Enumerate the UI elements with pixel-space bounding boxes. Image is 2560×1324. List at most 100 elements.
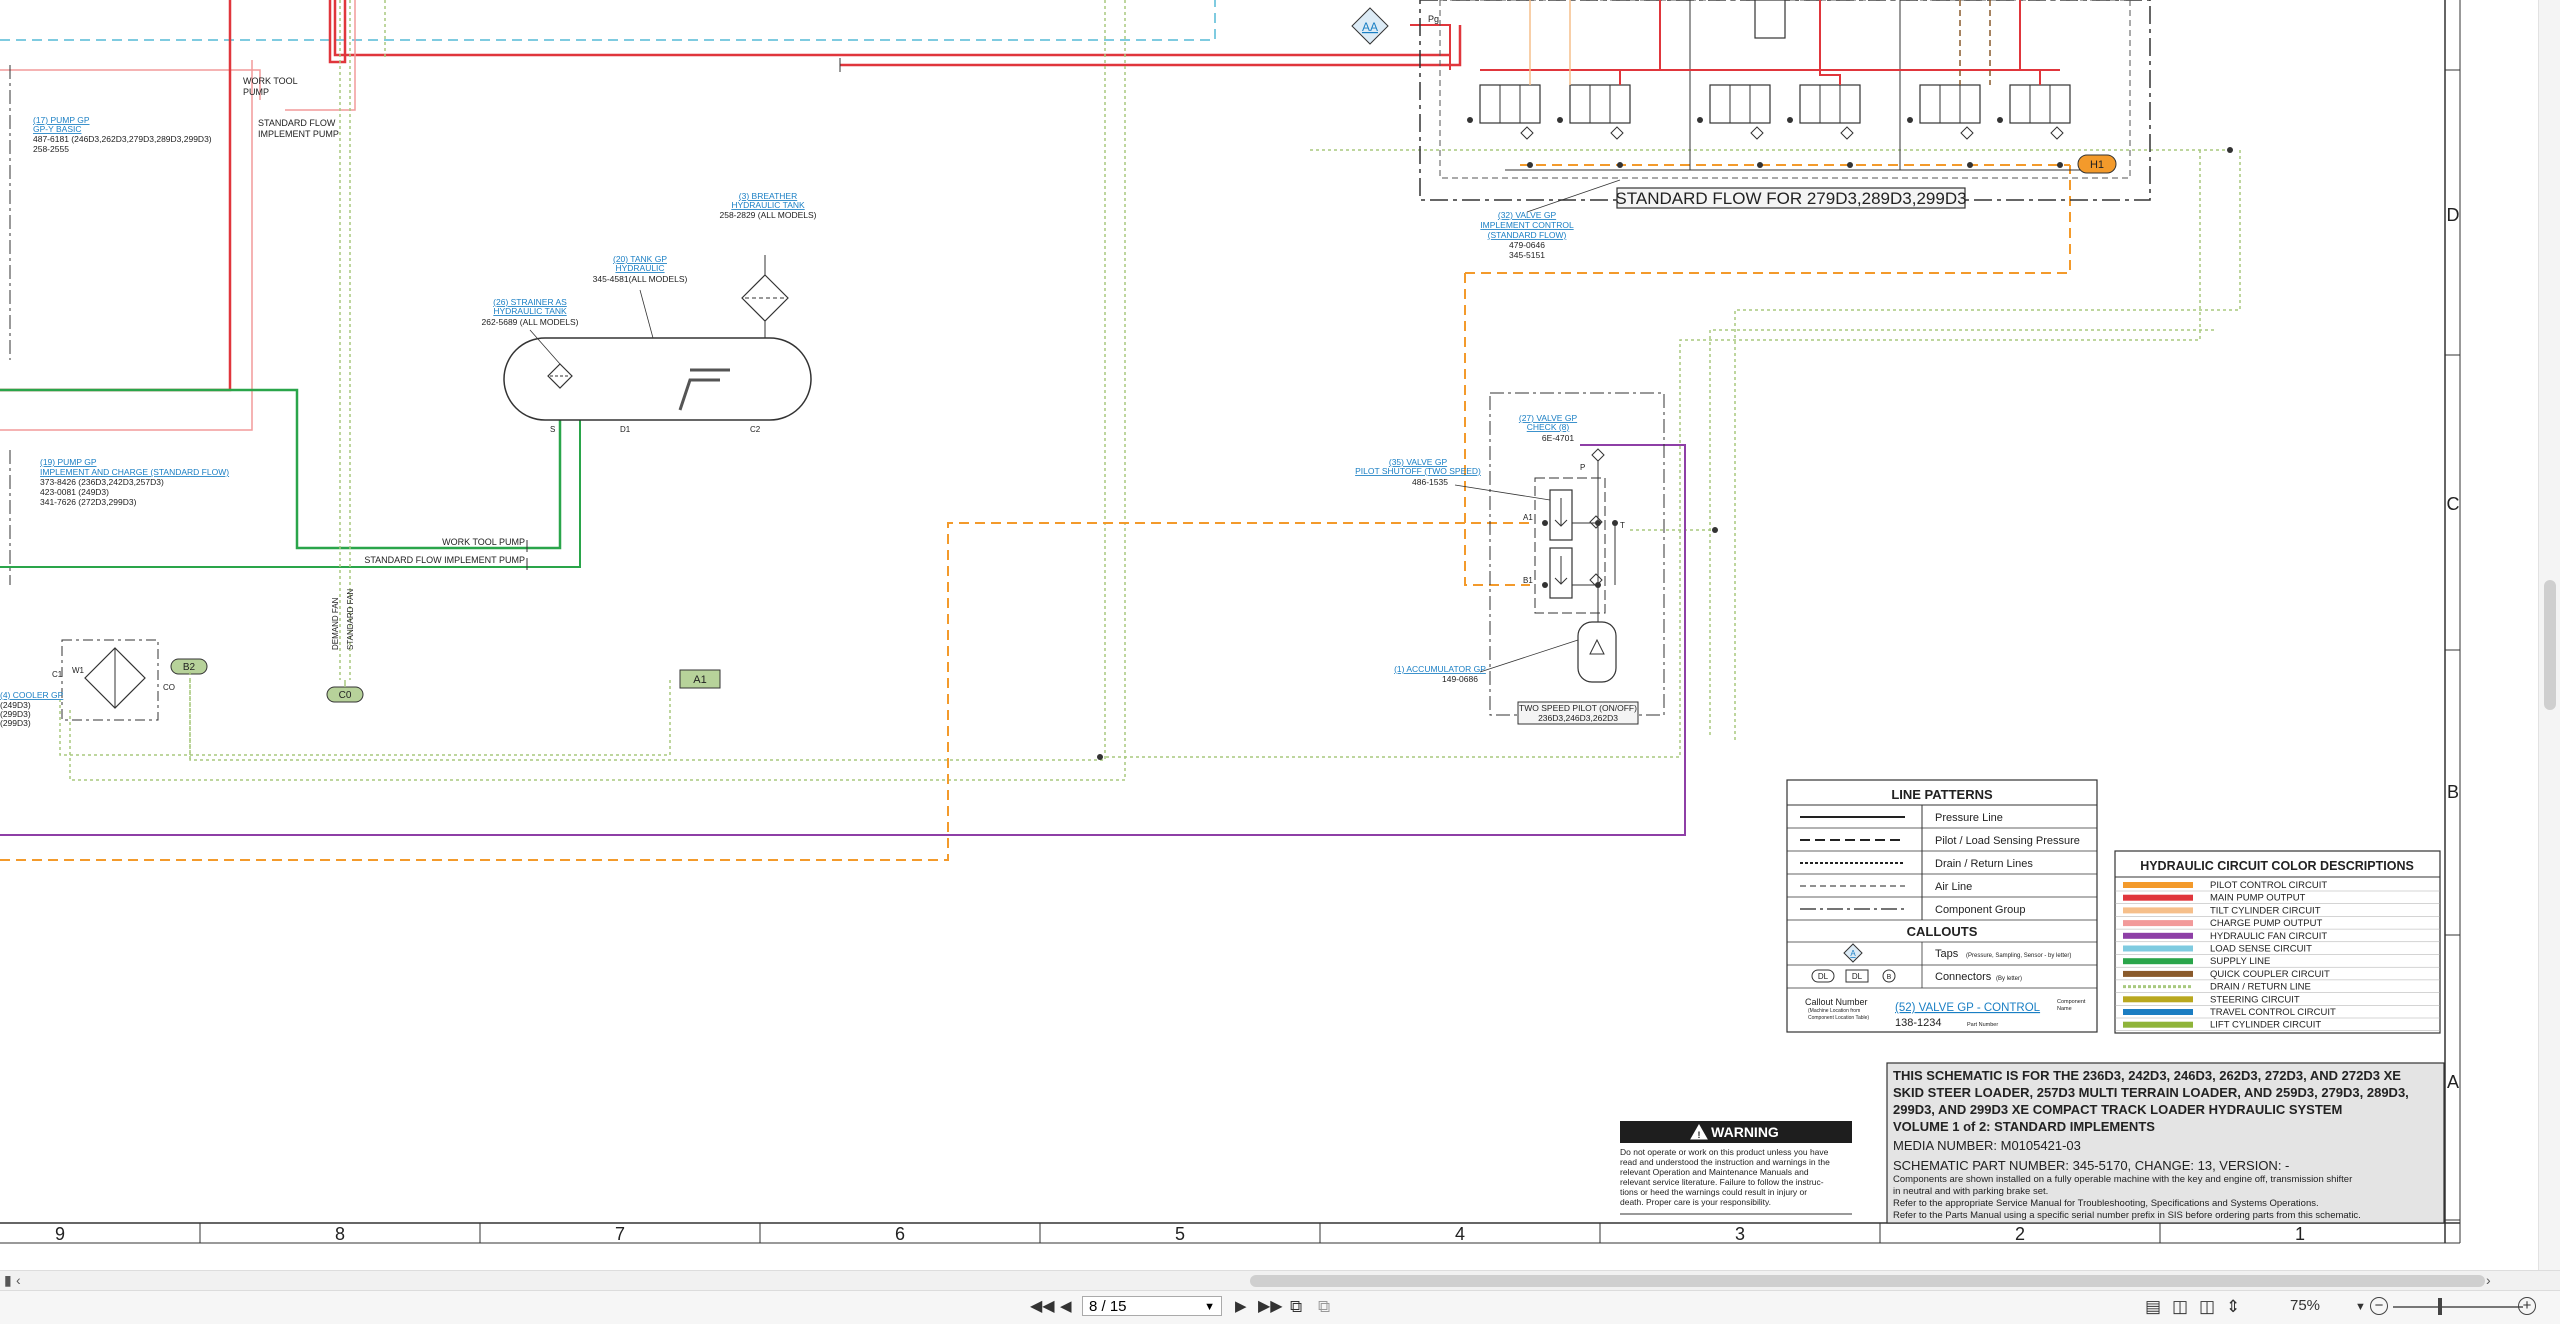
pump17-name: GP-Y BASIC [33,124,82,134]
scroll-right-arrow-icon[interactable]: › [2486,1272,2491,1288]
horizontal-scroll-thumb[interactable] [1250,1275,2485,1287]
note-text-line: in neutral and with parking brake set. [1893,1186,2048,1197]
component-name-label: Component [2057,999,2086,1005]
line-patterns-title: LINE PATTERNS [1891,787,1993,802]
main-pump-line-top [328,0,347,64]
last-page-icon[interactable]: ▶▶ [1258,1297,1283,1317]
fit-width-icon[interactable]: ⧉ [1318,1297,1330,1317]
valve32-parts: 479-0646 [1509,240,1545,250]
zoom-slider-knob[interactable] [2438,1298,2442,1315]
pump19-callout: (19) PUMP GP [40,457,97,467]
color-swatch [2123,932,2193,939]
page-dropdown-icon[interactable]: ▼ [1204,1297,1215,1317]
note-text-line: Components are shown installed on a full… [1893,1174,2352,1185]
tank-name: HYDRAULIC [615,263,664,273]
next-page-icon[interactable]: ▶ [1235,1297,1247,1317]
example-part-number: 138-1234 [1895,1017,1942,1029]
color-swatch [2123,907,2193,914]
drain-return-right-2 [1734,150,2241,740]
title-block: THIS SCHEMATIC IS FOR THE 236D3, 242D3, … [1886,1062,2445,1224]
hydraulic-schematic: 9 8 7 6 5 4 3 2 1 D C B A STANDARD FLOW … [0,0,2461,1244]
line-pattern-drain: Drain / Return Lines [1935,858,2033,870]
color-label: LOAD SENSE CIRCUIT [2210,944,2312,955]
taps-note: (Pressure, Sampling, Sensor - by letter) [1966,953,2071,959]
port-pg: Pg [1428,14,1439,24]
single-page-icon[interactable]: ▤ [2145,1297,2161,1317]
scroll-left-arrow-icon[interactable]: ‹ [16,1272,21,1288]
vertical-scroll-thumb[interactable] [2544,580,2556,710]
previous-page-icon[interactable]: ◀ [1060,1297,1072,1317]
connector-a1: A1 [679,669,721,689]
warning-icon-mark: ! [1698,1130,1701,1140]
breather: (3) BREATHER HYDRAULIC TANK 258-2829 (AL… [719,191,817,338]
page-number-input[interactable]: 8 / 15 ▼ [1082,1296,1222,1316]
tap-symbol: A [1850,949,1856,958]
callout-number-note2: Component Location Table) [1808,1015,1869,1021]
warning-block: ! WARNING Do not operate or work on this… [1620,1121,1852,1215]
breather-parts: 258-2829 (ALL MODELS) [719,210,816,220]
col-label-9: 9 [55,1224,65,1244]
zoom-in-icon[interactable]: + [2518,1297,2536,1315]
scroll-icon[interactable]: ⇕ [2226,1297,2240,1317]
connector-aa-label: AA [1362,20,1378,34]
color-descriptions-title: HYDRAULIC CIRCUIT COLOR DESCRIPTIONS [2140,859,2414,873]
zoom-dropdown-icon[interactable]: ▼ [2355,1297,2366,1317]
connector-b2: B2 [170,658,208,675]
charge-line-left [0,69,261,100]
two-page-icon[interactable]: ◫ [2172,1297,2188,1317]
pilot-line-left [0,522,1530,861]
first-page-icon[interactable]: ◀◀ [1030,1297,1055,1317]
scroll-left-icon[interactable]: ▮ [4,1272,12,1289]
port-co: CO [163,683,175,692]
warning-text-line: death. Proper care is your responsibilit… [1620,1197,1771,1207]
pump19-parts: 373-8426 (236D3,242D3,257D3) [40,477,164,487]
main-pump-supply [333,0,1450,57]
connector-c0: C0 [326,686,364,703]
schematic-canvas: 9 8 7 6 5 4 3 2 1 D C B A STANDARD FLOW … [0,0,2560,1270]
two-page-continuous-icon[interactable]: ◫ [2199,1297,2215,1317]
note-text-line: Refer to the appropriate Service Manual … [1893,1198,2319,1209]
two-speed-pilot-block: TWO SPEED PILOT (ON/OFF) 236D3,246D3,262… [1355,392,1665,725]
line-pattern-component-group: Component Group [1935,904,2026,916]
pg-line [1410,24,1451,70]
line-pattern-pressure: Pressure Line [1935,812,2003,824]
line-pattern-air: Air Line [1935,881,1972,893]
cooler-callout: (4) COOLER GP [0,690,64,700]
row-label-b: B [2447,782,2459,802]
vertical-scrollbar[interactable] [2538,0,2560,1270]
pump-19: (19) PUMP GP IMPLEMENT AND CHARGE (STAND… [9,450,229,585]
taps-label: Taps [1935,948,1959,960]
col-label-5: 5 [1175,1224,1185,1244]
color-swatch [2123,1009,2193,1015]
color-label: TILT CYLINDER CIRCUIT [2210,905,2321,916]
pump19-parts2: 423-0081 (249D3) [40,487,109,497]
connector-c0-label: C0 [339,690,352,701]
color-swatch [2123,1021,2193,1028]
color-swatch [2123,894,2193,901]
zoom-out-icon[interactable]: − [2370,1297,2388,1315]
color-label: PILOT CONTROL CIRCUIT [2210,880,2327,891]
fit-page-icon[interactable]: ⧉ [1290,1297,1302,1317]
pump19-name: IMPLEMENT AND CHARGE (STANDARD FLOW) [40,467,229,477]
note-lines: Components are shown installed on a full… [1893,1174,2361,1221]
zoom-slider-track[interactable] [2393,1306,2523,1308]
accumulator-parts: 149-0686 [1442,674,1478,684]
color-label: TRAVEL CONTROL CIRCUIT [2210,1007,2336,1018]
zoom-level[interactable]: 75% [2290,1297,2320,1314]
color-label: DRAIN / RETURN LINE [2210,982,2311,993]
callout-number-label: Callout Number [1805,997,1868,1007]
col-label-4: 4 [1455,1224,1465,1244]
schematic-part-number: SCHEMATIC PART NUMBER: 345-5170, CHANGE:… [1893,1158,2289,1173]
warning-text-line: tions or heed the warnings could result … [1620,1187,1807,1197]
two-speed-models: 236D3,246D3,262D3 [1538,713,1618,723]
connector-aa: AA [1351,7,1389,45]
row-ticks [2445,69,2460,1221]
row-label-c: C [2447,494,2460,514]
port-p: P [1580,463,1585,472]
valve32-name: IMPLEMENT CONTROL [1480,220,1574,230]
port-a1: A1 [1523,513,1533,522]
fan-circuit-line [0,444,1686,836]
warning-text-line: relevant service literature. Failure to … [1620,1177,1824,1187]
horizontal-scrollbar[interactable]: ▮ ‹ › [0,1270,2560,1291]
row-label-a: A [2447,1072,2459,1092]
